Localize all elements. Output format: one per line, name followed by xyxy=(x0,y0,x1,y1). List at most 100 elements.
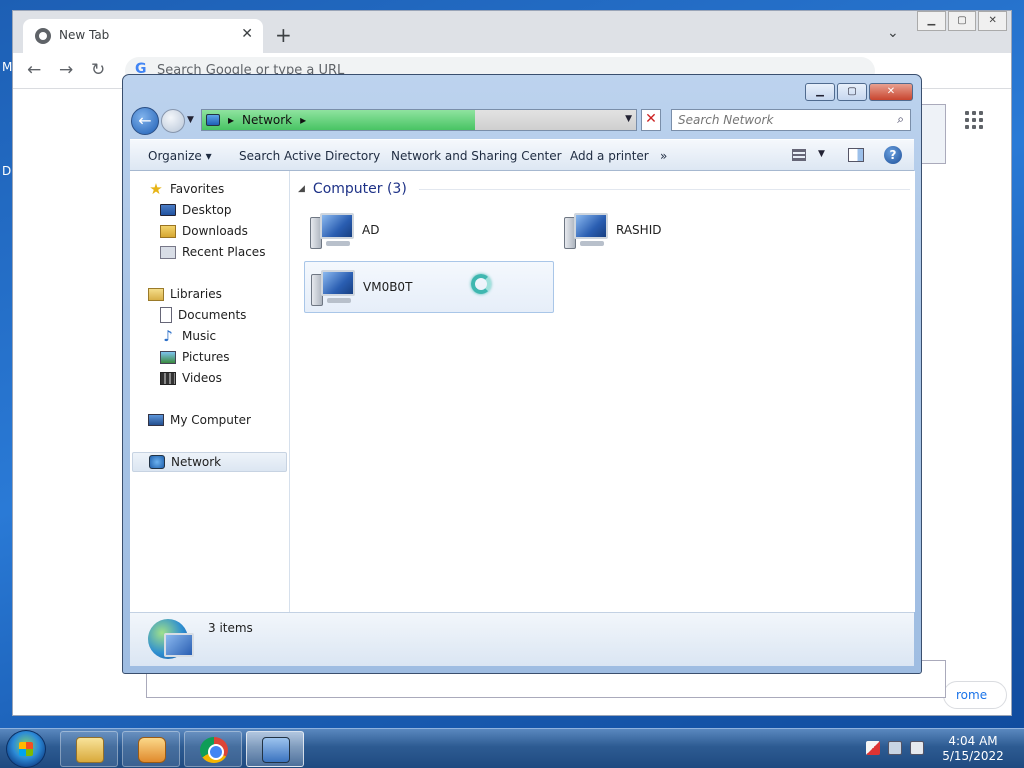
help-icon[interactable]: ? xyxy=(884,146,902,164)
organize-button[interactable]: Organize ▾ xyxy=(148,149,212,163)
collapse-triangle-icon[interactable]: ◢ xyxy=(298,184,305,194)
stop-loading-icon[interactable]: ✕ xyxy=(641,109,661,131)
more-commands-button[interactable]: » xyxy=(660,149,667,163)
explorer-window: ▁ ▢ ✕ ← ▼ ▸ Network ▸ ▼ ✕ ⌕ Organize ▾ S… xyxy=(122,74,922,674)
close-button[interactable]: ✕ xyxy=(869,83,913,101)
preview-pane-icon[interactable] xyxy=(848,148,864,162)
address-bar[interactable]: ▸ Network ▸ ▼ xyxy=(201,109,637,131)
minimize-button[interactable]: ▁ xyxy=(805,83,835,101)
nav-label: Libraries xyxy=(170,287,222,301)
network-status-icon[interactable] xyxy=(888,741,902,755)
search-input[interactable] xyxy=(678,111,878,129)
back-arrow-icon[interactable]: ← xyxy=(27,60,41,80)
network-computer-item[interactable]: VM0B0T xyxy=(304,261,554,313)
nav-label: Music xyxy=(182,329,217,343)
address-progress-track xyxy=(475,110,636,130)
downloads-folder-icon xyxy=(160,224,176,238)
new-tab-button[interactable]: + xyxy=(275,23,292,47)
network-sharing-center-button[interactable]: Network and Sharing Center xyxy=(391,149,562,163)
desktop-icon-label-fragment: M xyxy=(2,60,13,74)
clock-time: 4:04 AM xyxy=(948,734,998,748)
navigation-pane: ★ Favorites Desktop Downloads Recent Pla… xyxy=(130,171,290,612)
tab-title: New Tab xyxy=(59,28,110,42)
forward-button[interactable] xyxy=(161,109,185,133)
google-apps-icon[interactable] xyxy=(965,111,983,129)
back-button[interactable]: ← xyxy=(131,107,159,135)
change-view-icon[interactable] xyxy=(792,149,806,161)
address-dropdown-icon[interactable]: ▼ xyxy=(625,114,632,124)
nav-label: Pictures xyxy=(182,350,230,364)
explorer-window-controls: ▁ ▢ ✕ xyxy=(805,83,913,101)
command-bar: Organize ▾ Search Active Directory Netwo… xyxy=(130,139,914,171)
nav-videos[interactable]: Videos xyxy=(160,368,222,388)
search-active-directory-button[interactable]: Search Active Directory xyxy=(239,149,380,163)
start-button[interactable] xyxy=(6,730,46,768)
forward-arrow-icon[interactable]: → xyxy=(59,60,73,80)
recent-places-icon xyxy=(160,245,176,259)
reload-icon[interactable]: ↻ xyxy=(91,60,105,80)
network-computer-item[interactable]: RASHID xyxy=(558,205,808,257)
clock-date: 5/15/2022 xyxy=(942,749,1004,763)
nav-favorites[interactable]: ★ Favorites xyxy=(148,179,224,199)
taskbar-chrome-button[interactable] xyxy=(184,731,242,767)
network-computer-icon xyxy=(310,211,356,251)
network-icon xyxy=(149,455,165,469)
computer-name: AD xyxy=(362,223,380,237)
group-divider xyxy=(418,188,910,190)
star-icon: ★ xyxy=(149,180,163,198)
documents-icon xyxy=(160,307,172,323)
tab-close-icon[interactable]: ✕ xyxy=(241,26,253,42)
nav-libraries[interactable]: Libraries xyxy=(148,284,222,304)
nav-label: Documents xyxy=(178,308,247,322)
chrome-icon xyxy=(200,737,228,763)
action-center-flag-icon[interactable] xyxy=(866,741,880,755)
chrome-window-controls: ▁ ▢ ✕ xyxy=(917,11,1008,31)
nav-network[interactable]: Network xyxy=(132,452,287,472)
nav-label: Videos xyxy=(182,371,222,385)
volume-icon[interactable] xyxy=(910,741,924,755)
libraries-icon xyxy=(148,287,164,301)
music-note-icon: ♪ xyxy=(163,327,173,345)
maximize-button[interactable]: ▢ xyxy=(837,83,867,101)
nav-pictures[interactable]: Pictures xyxy=(160,347,230,367)
folder-icon xyxy=(76,737,104,763)
videos-film-icon xyxy=(160,371,176,385)
close-button[interactable]: ✕ xyxy=(978,11,1008,31)
nav-recent-places[interactable]: Recent Places xyxy=(160,242,265,262)
nav-label: Downloads xyxy=(182,224,248,238)
nav-downloads[interactable]: Downloads xyxy=(160,221,248,241)
taskbar-clock[interactable]: 4:04 AM 5/15/2022 xyxy=(938,734,1008,764)
minimize-button[interactable]: ▁ xyxy=(917,11,946,31)
nav-music[interactable]: ♪ Music xyxy=(160,326,216,346)
media-player-icon xyxy=(138,737,166,763)
nav-my-computer[interactable]: My Computer xyxy=(148,410,251,430)
computer-icon xyxy=(148,414,164,426)
network-globe-icon xyxy=(148,619,194,659)
recent-pages-dropdown-icon[interactable]: ▼ xyxy=(187,115,194,125)
taskbar-explorer-button[interactable] xyxy=(60,731,118,767)
group-label: Computer (3) xyxy=(312,181,407,197)
maximize-button[interactable]: ▢ xyxy=(947,11,977,31)
desktop-icon xyxy=(160,204,176,216)
network-computer-icon xyxy=(311,268,357,308)
taskbar: 4:04 AM 5/15/2022 xyxy=(0,728,1024,768)
taskbar-media-player-button[interactable] xyxy=(122,731,180,767)
nav-label: Recent Places xyxy=(182,245,266,259)
view-options-dropdown-icon[interactable]: ▼ xyxy=(818,149,825,159)
network-computer-icon xyxy=(564,211,610,251)
system-tray xyxy=(866,741,924,755)
network-computer-item[interactable]: AD xyxy=(304,205,554,257)
nav-documents[interactable]: Documents xyxy=(160,305,246,325)
taskbar-network-window-button[interactable] xyxy=(246,731,304,767)
chrome-tab-new-tab[interactable]: New Tab ✕ xyxy=(23,19,263,53)
search-network-box: ⌕ xyxy=(671,109,911,131)
search-icon[interactable]: ⌕ xyxy=(897,112,904,127)
breadcrumb-separator-icon[interactable]: ▸ xyxy=(300,113,306,127)
nav-desktop[interactable]: Desktop xyxy=(160,200,232,220)
details-pane: 3 items xyxy=(130,612,914,666)
breadcrumb-network[interactable]: Network xyxy=(242,113,292,127)
add-printer-button[interactable]: Add a printer xyxy=(570,149,649,163)
customize-chrome-button[interactable]: rome xyxy=(943,681,1007,709)
tab-search-chevron-icon[interactable]: ⌄ xyxy=(887,25,899,41)
group-header-computer[interactable]: ◢ Computer (3) xyxy=(298,181,910,197)
